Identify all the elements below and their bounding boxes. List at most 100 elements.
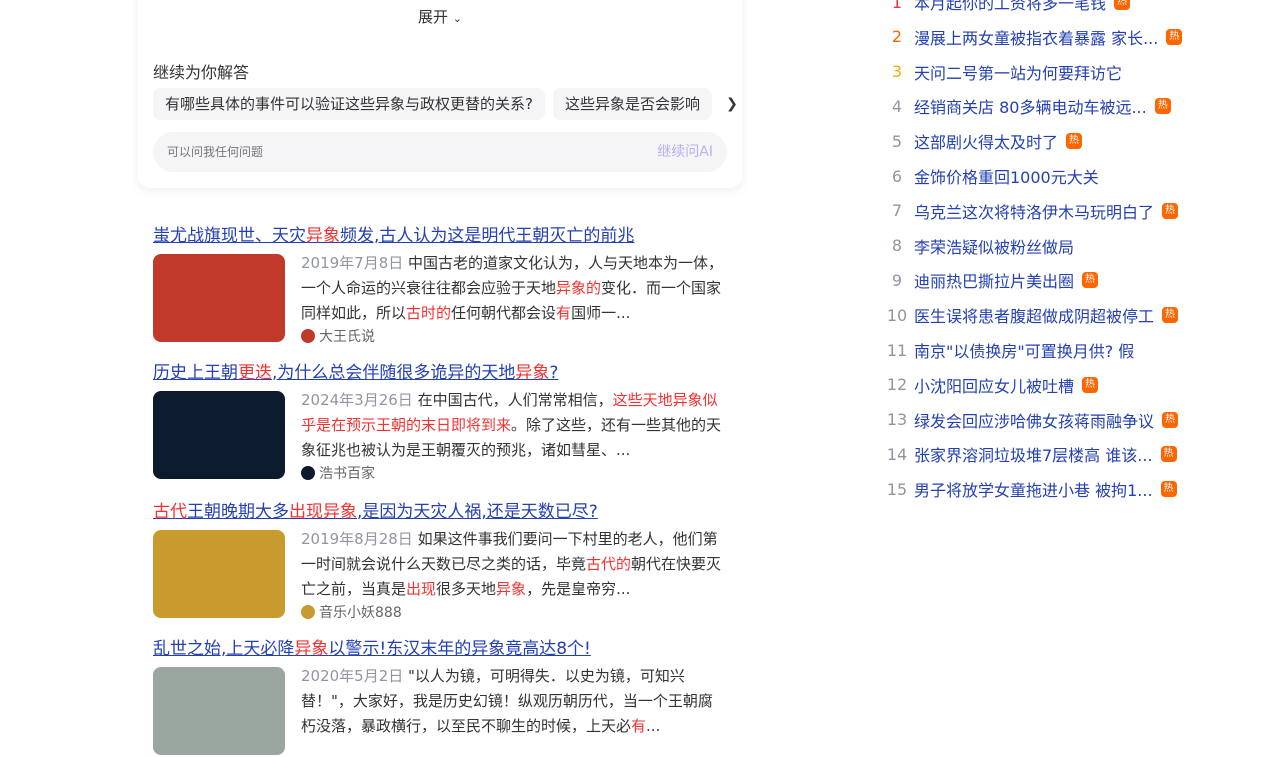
hot-item[interactable]: 9 迪丽热巴撕拉片美出圈热 <box>880 268 1099 292</box>
result-date: 2020年5月2日 <box>301 667 409 685</box>
highlight-text: 出现异象 <box>289 502 357 522</box>
text-segment: 乱世之始,上天必降 <box>153 639 295 659</box>
text-segment: 频发,古人认为这是明代王朝灭亡的前兆 <box>340 226 635 246</box>
hot-item[interactable]: 7 乌克兰这次将特洛伊木马玩明白了热 <box>880 199 1179 223</box>
hot-rank: 9 <box>891 270 903 290</box>
search-result: 古代王朝晚期大多出现异象,是因为天灾人祸,还是天数已尽? 2019年8月28日 如… <box>153 497 733 622</box>
ask-input[interactable] <box>167 132 607 172</box>
text-segment: 蚩尤战旗现世、天灾 <box>153 226 306 246</box>
result-abstract: 2019年7月8日 中国古老的道家文化认为，人与天地本为一体，一个人命运的兴衰往… <box>301 251 727 326</box>
result-thumbnail[interactable] <box>153 667 285 755</box>
result-title-link[interactable]: 乱世之始,上天必降异象以警示!东汉末年的异象竟高达8个! <box>153 634 733 659</box>
hot-rank: 6 <box>891 166 903 186</box>
result-source[interactable]: 大王氏说 <box>301 326 375 346</box>
hot-item[interactable]: 3 天问二号第一站为何要拜访它 <box>880 60 1122 84</box>
text-segment: 很多天地 <box>436 580 497 598</box>
search-result: 蚩尤战旗现世、天灾异象频发,古人认为这是明代王朝灭亡的前兆 2019年7月8日 中… <box>153 221 733 346</box>
search-result: 历史上王朝更迭,为什么总会伴随很多诡异的天地异象? 2024年3月26日 在中国古… <box>153 358 733 483</box>
hot-item[interactable]: 13 绿发会回应涉哈佛女孩蒋雨融争议热 <box>880 408 1179 432</box>
hot-item[interactable]: 2 漫展上两女童被指衣着暴露 家长... 热 <box>880 25 1183 49</box>
result-body: 2019年7月8日 中国古老的道家文化认为，人与天地本为一体，一个人命运的兴衰往… <box>153 251 733 346</box>
result-abstract: 2020年5月2日 "以人为镜，可明得失．以史为镜，可知兴替！"，大家好，我是历… <box>301 664 727 739</box>
result-thumbnail[interactable] <box>153 254 285 342</box>
expand-button[interactable]: 展开 ⌄ <box>138 6 742 27</box>
suggestion-chip[interactable]: 这些异象是否会影响 <box>552 88 712 120</box>
hot-rank: 7 <box>891 201 903 221</box>
hot-rank: 10 <box>886 305 908 325</box>
hot-title[interactable]: 医生误将患者腹超做成阴超被停工 <box>914 303 1154 327</box>
hot-badge-icon: 热 <box>1162 307 1179 324</box>
hot-title[interactable]: 迪丽热巴撕拉片美出圈 <box>914 268 1074 292</box>
hot-badge-icon: 热 <box>1162 202 1179 219</box>
result-body: 2019年8月28日 如果这件事我们要问一下村里的老人，他们第一时间就会说什么天… <box>153 527 733 622</box>
hot-title[interactable]: 本月起你的工资将多一笔钱 <box>914 0 1106 14</box>
source-name: 大王氏说 <box>319 329 375 345</box>
hot-title[interactable]: 南京"以债换房"可置换月供? 假 <box>914 338 1134 362</box>
hot-badge-icon: 热 <box>1114 0 1131 10</box>
hot-rank: 3 <box>891 62 903 82</box>
result-source[interactable]: 音乐小妖888 <box>301 602 402 622</box>
result-title-link[interactable]: 古代王朝晚期大多出现异象,是因为天灾人祸,还是天数已尽? <box>153 497 733 522</box>
source-avatar-icon <box>301 605 315 619</box>
hot-title[interactable]: 小沈阳回应女儿被吐槽 <box>914 373 1074 397</box>
hot-rank: 14 <box>886 444 908 464</box>
highlight-text: 异象 <box>515 363 550 383</box>
source-name: 音乐小妖888 <box>319 605 402 621</box>
hot-title[interactable]: 男子将放学女童拖进小巷 被拘1... <box>914 477 1153 501</box>
hot-item[interactable]: 5 这部剧火得太及时了热 <box>880 129 1083 153</box>
result-body: 2024年3月26日 在中国古代，人们常常相信，这些天地异象似乎是在预示王朝的末… <box>153 391 733 483</box>
text-segment: ,是因为天灾人祸,还是天数已尽? <box>357 502 598 522</box>
hot-title[interactable]: 漫展上两女童被指衣着暴露 家长... <box>914 25 1158 49</box>
ask-ai-button[interactable]: 继续问AI <box>657 132 713 172</box>
text-segment: 王朝晚期大多 <box>187 502 289 522</box>
hot-item[interactable]: 4 经销商关店 80多辆电动车被远... 热 <box>880 94 1171 118</box>
hot-badge-icon: 热 <box>1082 376 1099 393</box>
chevron-right-icon[interactable]: ❯ <box>722 88 742 120</box>
result-thumbnail[interactable] <box>153 530 285 618</box>
hot-badge-icon: 热 <box>1160 481 1177 498</box>
source-name: 浩书百家 <box>319 466 375 482</box>
hot-item[interactable]: 11 南京"以债换房"可置换月供? 假 <box>880 338 1135 362</box>
hot-item[interactable]: 1 本月起你的工资将多一笔钱热 <box>880 0 1131 14</box>
highlight-text: 更迭 <box>238 363 272 383</box>
hot-item[interactable]: 14 张家界溶洞垃圾堆7层楼高 谁该... 热 <box>880 442 1177 466</box>
text-segment: 历史上王朝 <box>153 363 238 383</box>
hot-item[interactable]: 12 小沈阳回应女儿被吐槽热 <box>880 373 1099 397</box>
hot-title[interactable]: 金饰价格重回1000元大关 <box>914 164 1099 188</box>
result-date: 2019年7月8日 <box>301 254 409 272</box>
suggestion-chip[interactable]: 有哪些具体的事件可以验证这些异象与政权更替的关系? <box>153 88 545 120</box>
ask-box: 继续问AI <box>153 132 727 172</box>
result-abstract: 2019年8月28日 如果这件事我们要问一下村里的老人，他们第一时间就会说什么天… <box>301 527 727 602</box>
hot-badge-icon: 热 <box>1166 28 1183 45</box>
hot-badge-icon: 热 <box>1154 98 1171 115</box>
expand-label: 展开 <box>417 8 448 26</box>
result-title-link[interactable]: 蚩尤战旗现世、天灾异象频发,古人认为这是明代王朝灭亡的前兆 <box>153 221 733 246</box>
hot-badge-icon: 热 <box>1162 411 1179 428</box>
result-title-link[interactable]: 历史上王朝更迭,为什么总会伴随很多诡异的天地异象? <box>153 358 733 383</box>
text-segment: ? <box>549 363 559 383</box>
chevron-down-icon: ⌄ <box>452 12 462 25</box>
result-date: 2019年8月28日 <box>301 530 418 548</box>
result-source[interactable]: 浩书百家 <box>301 463 375 483</box>
hot-title[interactable]: 李荣浩疑似被粉丝做局 <box>914 234 1074 258</box>
hot-title[interactable]: 天问二号第一站为何要拜访它 <box>914 60 1122 84</box>
highlight-text: 古代的 <box>586 555 632 573</box>
hot-rank: 5 <box>891 131 903 151</box>
hot-title[interactable]: 乌克兰这次将特洛伊木马玩明白了 <box>914 199 1154 223</box>
source-avatar-icon <box>301 329 315 343</box>
result-thumbnail[interactable] <box>153 391 285 479</box>
hot-item[interactable]: 10 医生误将患者腹超做成阴超被停工热 <box>880 303 1179 327</box>
hot-item[interactable]: 8 李荣浩疑似被粉丝做局 <box>880 234 1074 258</box>
hot-title[interactable]: 这部剧火得太及时了 <box>914 129 1058 153</box>
hot-title[interactable]: 经销商关店 80多辆电动车被远... <box>914 94 1147 118</box>
hot-title[interactable]: 张家界溶洞垃圾堆7层楼高 谁该... <box>914 442 1153 466</box>
hot-title[interactable]: 绿发会回应涉哈佛女孩蒋雨融争议 <box>914 408 1154 432</box>
hot-rank: 8 <box>891 236 903 256</box>
search-result: 乱世之始,上天必降异象以警示!东汉末年的异象竟高达8个! 2020年5月2日 "以… <box>153 634 733 757</box>
hot-rank: 11 <box>886 340 908 360</box>
hot-badge-icon: 热 <box>1066 133 1083 150</box>
highlight-text: 异象的 <box>556 279 602 297</box>
hot-rank: 4 <box>891 96 903 116</box>
hot-item[interactable]: 15 男子将放学女童拖进小巷 被拘1... 热 <box>880 477 1177 501</box>
hot-item[interactable]: 6 金饰价格重回1000元大关 <box>880 164 1099 188</box>
